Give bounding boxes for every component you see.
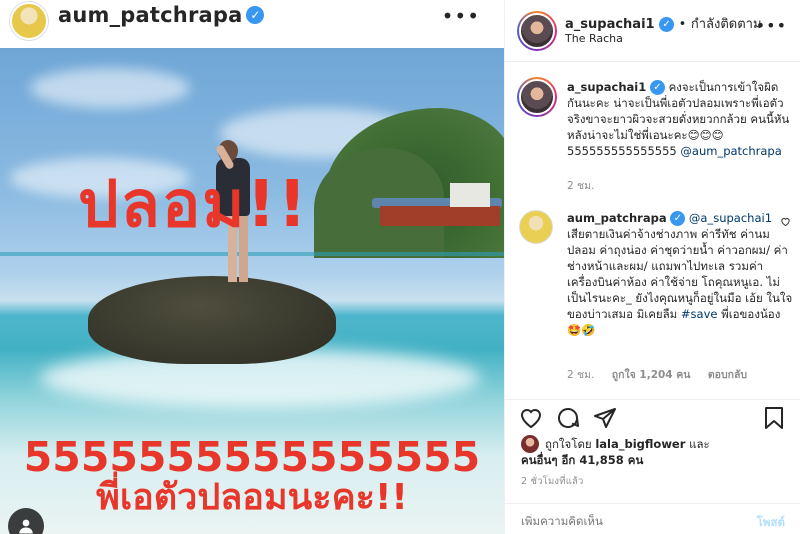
comment-mention[interactable]: @a_supachai1 [689,211,772,225]
comment-likes[interactable]: ถูกใจ 1,204 คน [612,369,691,381]
post-photo[interactable]: ปลอม!! 5555555555555555 พี่เอตัวปลอมนะคะ… [0,48,504,534]
owner-avatar[interactable] [10,2,48,40]
author-avatar[interactable] [517,11,557,51]
liker-avatar[interactable] [521,435,539,453]
author-username[interactable]: a_supachai1 [565,17,655,32]
comment-username[interactable]: aum_patchrapa [567,211,667,225]
verified-badge-icon: ✓ [670,211,686,226]
add-comment-bar: โพสต์ [505,503,800,534]
comments-list[interactable]: a_supachai1 ✓ คงจะเป็นการเข้าใจผิดกันนะค… [505,63,800,399]
likes-count[interactable]: คนอื่นๆ อีก 41,858 คน [521,452,643,470]
comment-meta: 2 ชม. ถูกใจ 1,204 คน ตอบกลับ [567,366,761,383]
comment-icon[interactable] [556,406,580,433]
cloud [30,68,190,108]
verified-badge-icon: ✓ [659,17,675,32]
person-icon [19,519,33,534]
location-link[interactable]: The Racha [565,32,623,45]
reply-button[interactable]: ตอบกลับ [708,369,747,381]
overlay-text-laugh: 5555555555555555 [23,433,481,481]
comment-body: a_supachai1 ✓ คงจะเป็นการเข้าใจผิดกันนะค… [567,79,793,159]
paper-plane-icon[interactable] [593,406,617,433]
heart-icon[interactable] [519,406,543,433]
commenter-avatar[interactable] [519,210,553,244]
overlay-text-fake: ปลอม!! [78,168,309,242]
author-line: a_supachai1 ✓ • กำลังติดตาม [565,13,762,34]
panel-header: a_supachai1 ✓ • กำลังติดตาม The Racha ••… [505,0,800,62]
separator: • [678,17,687,32]
comment-mention[interactable]: @aum_patchrapa [680,144,781,158]
rock [88,276,336,364]
post-owner-bar: aum_patchrapa ✓ ••• [0,0,504,48]
comment-meta: 2 ชม. [567,177,608,194]
verified-badge-icon: ✓ [246,6,265,24]
comment-time[interactable]: 2 ชม. [567,180,594,192]
owner-username[interactable]: aum_patchrapa ✓ [58,3,265,27]
likes-and: และ [689,437,710,451]
liker-username[interactable]: lala_bigflower [595,437,685,451]
post-comment-button[interactable]: โพสต์ [757,514,785,532]
action-bar [505,399,800,433]
more-options-icon[interactable]: ••• [756,16,787,35]
commenter-avatar[interactable] [517,77,557,117]
following-button[interactable]: กำลังติดตาม [691,17,762,32]
comment-input[interactable] [521,514,721,528]
comment-hashtag[interactable]: #save [681,307,718,321]
owner-username-text[interactable]: aum_patchrapa [58,3,242,27]
post-timestamp[interactable]: 2 ชั่วโมงที่แล้ว [521,474,584,489]
comment-like-heart-icon[interactable] [780,216,791,230]
post-side-panel: a_supachai1 ✓ • กำลังติดตาม The Racha ••… [504,0,800,534]
likes-prefix: ถูกใจโดย [545,437,592,451]
overlay-text-caption: พี่เอตัวปลอมนะคะ!! [96,477,408,518]
comment-body: aum_patchrapa ✓ @a_supachai1 เสียตายเงิน… [567,210,793,338]
comment-username[interactable]: a_supachai1 [567,80,646,94]
horizon [0,252,504,256]
likes-summary: ถูกใจโดย lala_bigflower และ คนอื่นๆ อีก … [505,433,800,471]
bookmark-icon[interactable] [763,406,785,433]
comment-time[interactable]: 2 ชม. [567,369,594,381]
more-options-icon[interactable]: ••• [442,4,480,28]
verified-badge-icon: ✓ [649,80,665,95]
